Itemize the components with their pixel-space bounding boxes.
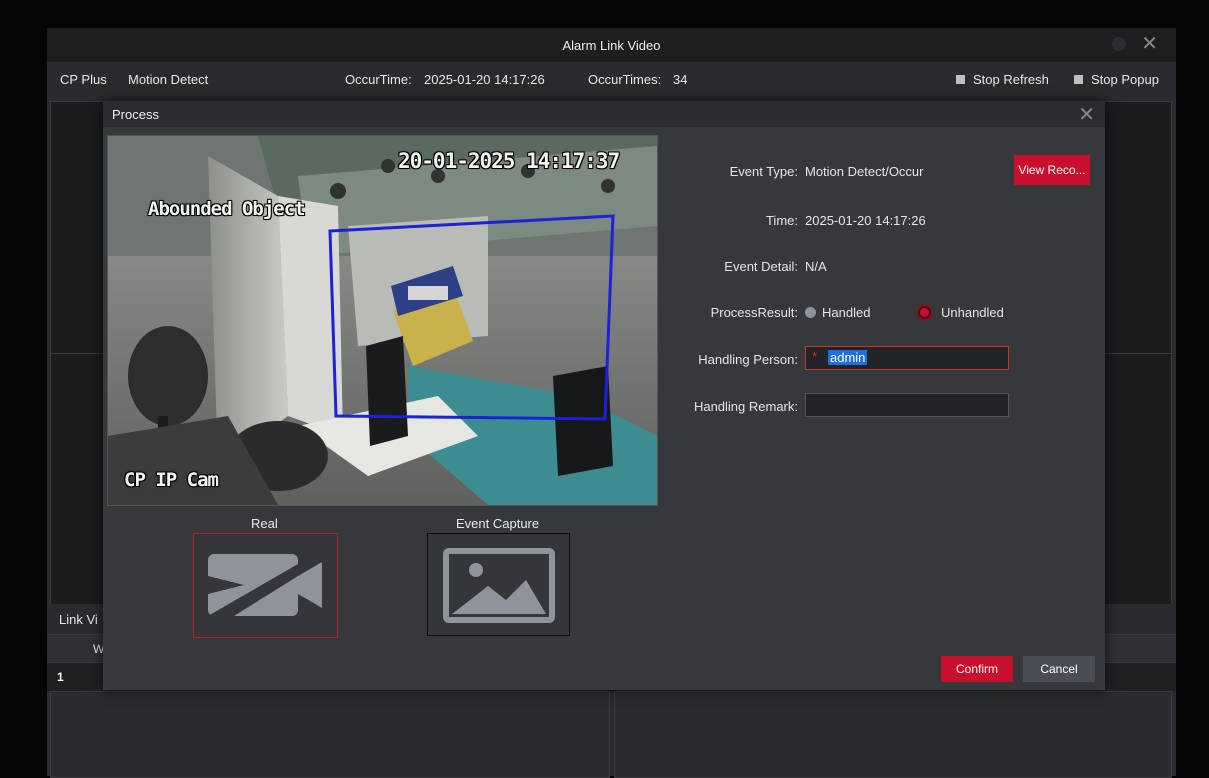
image-icon: [443, 548, 555, 623]
view-record-button[interactable]: View Reco...: [1014, 155, 1090, 185]
event-name: Motion Detect: [128, 72, 209, 87]
time-value: 2025-01-20 14:17:26: [805, 213, 926, 228]
occur-times-label: OccurTimes:: [588, 72, 662, 87]
unhandled-option[interactable]: Unhandled: [941, 305, 1004, 320]
confirm-button[interactable]: Confirm: [941, 656, 1013, 682]
stop-refresh-checkbox[interactable]: Stop Refresh: [956, 72, 1049, 87]
handling-person-label: Handling Person:: [698, 352, 798, 367]
window-title-bar: Alarm Link Video: [47, 28, 1176, 62]
video-camera-name: CP IP Cam: [124, 469, 219, 491]
handling-person-value: admin: [828, 350, 868, 365]
alarm-info-bar: CP Plus Motion Detect OccurTime: 2025-01…: [47, 62, 1176, 98]
video-overlay-label: Abounded Object: [148, 198, 306, 220]
checkbox-icon: [956, 75, 965, 85]
process-result-label: ProcessResult:: [710, 305, 798, 320]
real-caption: Real: [251, 516, 278, 531]
required-mark: *: [812, 349, 818, 364]
occur-time-label: OccurTime:: [345, 72, 412, 87]
video-pane-bottom-right[interactable]: [614, 691, 1172, 778]
unhandled-radio-icon[interactable]: [918, 306, 931, 319]
event-detail-label: Event Detail:: [724, 259, 798, 274]
window-title: Alarm Link Video: [562, 37, 661, 53]
process-dialog: Process ✕ 20-01-2025 14:17:37 Abounded O…: [103, 101, 1105, 690]
occur-time-value: 2025-01-20 14:17:26: [424, 72, 545, 87]
stop-popup-checkbox[interactable]: Stop Popup: [1074, 72, 1159, 87]
event-capture-caption: Event Capture: [456, 516, 540, 531]
camera-scene: [108, 136, 657, 505]
minimize-icon[interactable]: [1112, 37, 1126, 51]
event-type-value: Motion Detect/Occur: [805, 164, 924, 179]
row-index: 1: [57, 670, 64, 684]
handling-remark-input[interactable]: [805, 393, 1009, 417]
dialog-close-icon[interactable]: ✕: [1078, 102, 1095, 127]
video-off-icon: [208, 554, 322, 616]
handled-option[interactable]: Handled: [822, 305, 870, 320]
event-type-label: Event Type:: [729, 164, 798, 179]
video-timestamp: 20-01-2025 14:17:37: [398, 149, 620, 173]
dialog-title-bar: Process ✕: [103, 101, 1105, 127]
handling-remark-label: Handling Remark:: [693, 399, 798, 414]
event-detail-value: N/A: [805, 259, 827, 274]
event-capture-button[interactable]: [427, 533, 570, 636]
handling-person-input[interactable]: * admin: [805, 346, 1009, 370]
cancel-button[interactable]: Cancel: [1023, 656, 1095, 682]
dialog-title: Process: [112, 107, 159, 122]
window-close-icon[interactable]: ✕: [1141, 34, 1158, 54]
real-video-button[interactable]: [193, 533, 338, 638]
time-label: Time:: [765, 213, 798, 228]
link-video-label: Link Vi: [59, 612, 98, 627]
handled-radio-icon[interactable]: [805, 307, 816, 318]
video-pane-bottom-left[interactable]: [50, 691, 610, 778]
event-video-frame[interactable]: 20-01-2025 14:17:37 Abounded Object CP I…: [107, 135, 658, 506]
checkbox-icon: [1074, 75, 1083, 85]
device-name: CP Plus: [60, 72, 107, 87]
occur-times-value: 34: [673, 72, 688, 87]
